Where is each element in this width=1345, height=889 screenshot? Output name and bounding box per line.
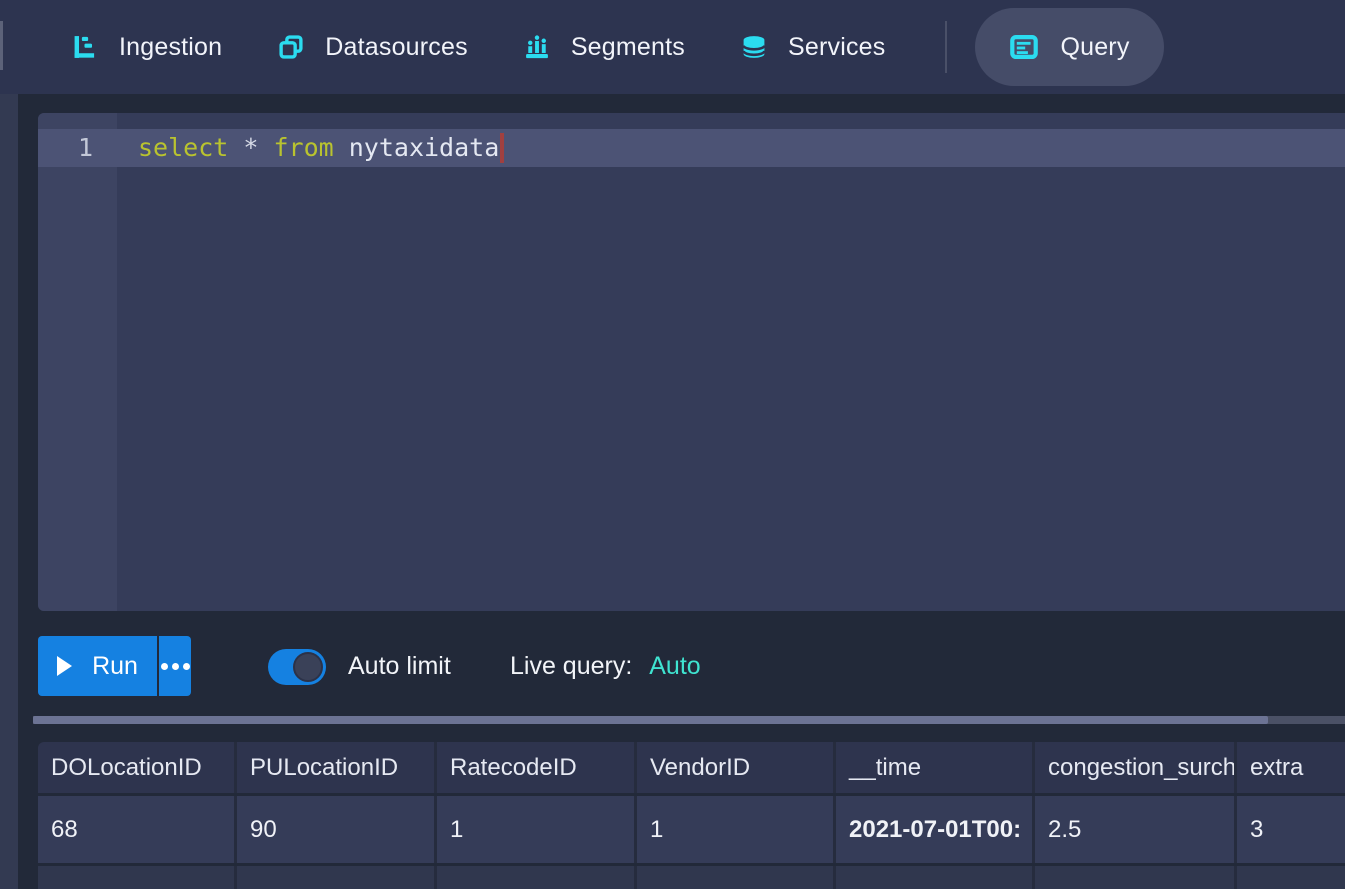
- tab-segments-label: Segments: [571, 33, 685, 62]
- sql-keyword: from: [273, 129, 348, 167]
- code-line[interactable]: select * from nytaxidata: [138, 129, 504, 167]
- stacked-squares-icon: [278, 34, 304, 60]
- table-row-partial: [38, 866, 1345, 889]
- table-cell[interactable]: 2.5: [1035, 796, 1237, 863]
- tab-datasources[interactable]: Datasources: [278, 33, 468, 62]
- tab-services[interactable]: Services: [741, 33, 885, 62]
- nav-left-divider: [0, 21, 3, 70]
- tab-datasources-label: Datasources: [325, 33, 468, 62]
- ellipsis-icon: [161, 663, 168, 670]
- sql-star: *: [243, 129, 273, 167]
- text-cursor: [500, 133, 504, 163]
- tab-query-label: Query: [1060, 33, 1129, 62]
- ellipsis-icon: [183, 663, 190, 670]
- gantt-chart-icon: [72, 34, 98, 60]
- table-cell[interactable]: 1: [637, 796, 836, 863]
- live-query-control: Live query: Auto: [510, 636, 701, 696]
- auto-limit-label: Auto limit: [348, 636, 451, 696]
- tab-ingestion-label: Ingestion: [119, 33, 222, 62]
- horizontal-scrollbar-thumb[interactable]: [33, 716, 1268, 724]
- query-results-table: DOLocationID PULocationID RatecodeID Ven…: [38, 742, 1345, 889]
- table-cell[interactable]: 68: [38, 796, 237, 863]
- tab-segments[interactable]: Segments: [524, 33, 685, 62]
- console-icon: [1009, 32, 1039, 62]
- sql-identifier: nytaxidata: [349, 129, 500, 167]
- nav-separator: [945, 21, 947, 73]
- collapsed-column-tree-panel[interactable]: [0, 94, 18, 889]
- column-header[interactable]: PULocationID: [237, 742, 437, 793]
- table-row: 68 90 1 1 2021-07-01T00: 2.5 3: [38, 796, 1345, 863]
- run-button[interactable]: Run: [38, 636, 157, 696]
- column-header[interactable]: congestion_surcharge: [1035, 742, 1237, 793]
- table-cell[interactable]: 90: [237, 796, 437, 863]
- table-cell[interactable]: 3: [1237, 796, 1345, 863]
- auto-limit-toggle[interactable]: [268, 649, 326, 685]
- table-cell-time[interactable]: 2021-07-01T00:: [836, 796, 1035, 863]
- sql-keyword: select: [138, 129, 243, 167]
- live-query-value[interactable]: Auto: [649, 652, 700, 680]
- tab-query[interactable]: Query: [975, 8, 1163, 86]
- column-header[interactable]: extra: [1237, 742, 1345, 793]
- column-header[interactable]: DOLocationID: [38, 742, 237, 793]
- table-cell[interactable]: 1: [437, 796, 637, 863]
- column-header[interactable]: VendorID: [637, 742, 836, 793]
- results-header-row: DOLocationID PULocationID RatecodeID Ven…: [38, 742, 1345, 793]
- horizontal-scrollbar-track[interactable]: [33, 716, 1345, 724]
- druid-console: Ingestion Datasources: [0, 0, 1345, 889]
- database-icon: [741, 34, 767, 60]
- run-more-button[interactable]: [159, 636, 191, 696]
- ellipsis-icon: [172, 663, 179, 670]
- column-header[interactable]: __time: [836, 742, 1035, 793]
- toggle-knob: [293, 652, 323, 682]
- play-icon: [57, 656, 72, 676]
- query-editor[interactable]: 1 select * from nytaxidata: [38, 113, 1345, 611]
- tab-services-label: Services: [788, 33, 885, 62]
- live-query-label: Live query:: [510, 652, 632, 680]
- run-button-label: Run: [92, 652, 138, 681]
- column-header[interactable]: RatecodeID: [437, 742, 637, 793]
- timeline-bar-chart-icon: [524, 34, 550, 60]
- editor-gutter: [38, 113, 117, 611]
- top-nav: Ingestion Datasources: [0, 0, 1345, 94]
- tab-ingestion[interactable]: Ingestion: [72, 33, 222, 62]
- line-number: 1: [38, 129, 93, 167]
